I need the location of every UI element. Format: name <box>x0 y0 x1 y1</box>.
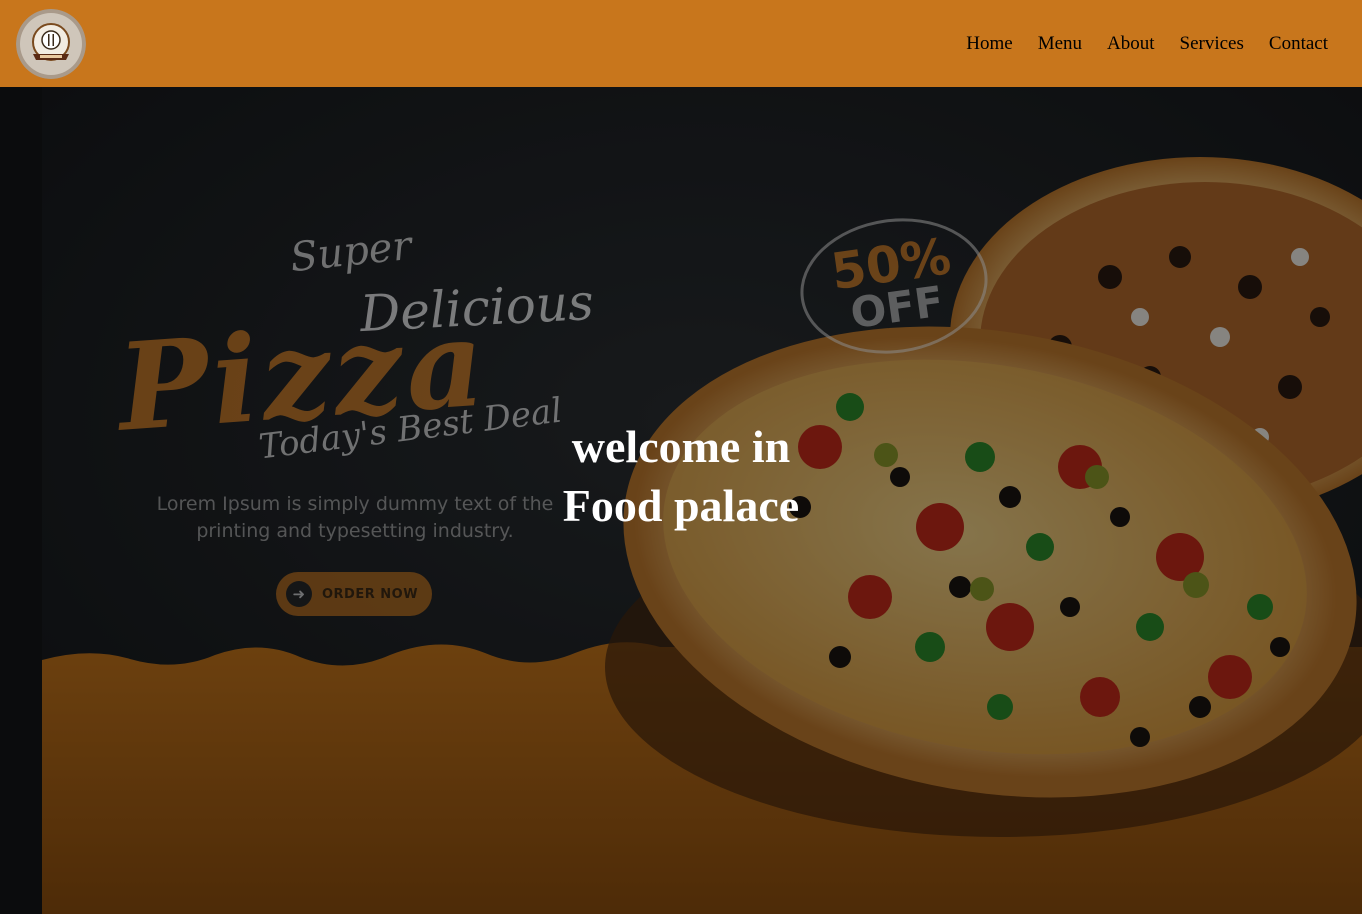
nav-services[interactable]: Services <box>1180 33 1244 55</box>
order-now-button: ➜ ORDER NOW <box>276 572 432 616</box>
nav-about[interactable]: About <box>1107 33 1155 55</box>
discount-badge: 50% OFF <box>791 206 997 366</box>
nav-contact[interactable]: Contact <box>1269 33 1328 55</box>
nav-home[interactable]: Home <box>966 33 1012 55</box>
nav-menu[interactable]: Menu <box>1038 33 1082 55</box>
navbar: Home Menu About Services Contact <box>0 0 1362 87</box>
welcome-line-2: Food palace <box>562 480 800 531</box>
main-nav: Home Menu About Services Contact <box>966 33 1328 55</box>
discount-off: OFF <box>847 276 947 339</box>
promo-super-text: Super <box>287 222 414 282</box>
restaurant-logo-icon[interactable] <box>16 8 86 79</box>
arrow-right-icon: ➜ <box>286 581 312 607</box>
order-now-label: ORDER NOW <box>322 586 419 602</box>
welcome-line-1: welcome in <box>571 421 791 472</box>
hero-section: Super Delicious Pizza Today's Best Deal … <box>0 87 1362 914</box>
welcome-heading: welcome in Food palace <box>481 417 881 535</box>
